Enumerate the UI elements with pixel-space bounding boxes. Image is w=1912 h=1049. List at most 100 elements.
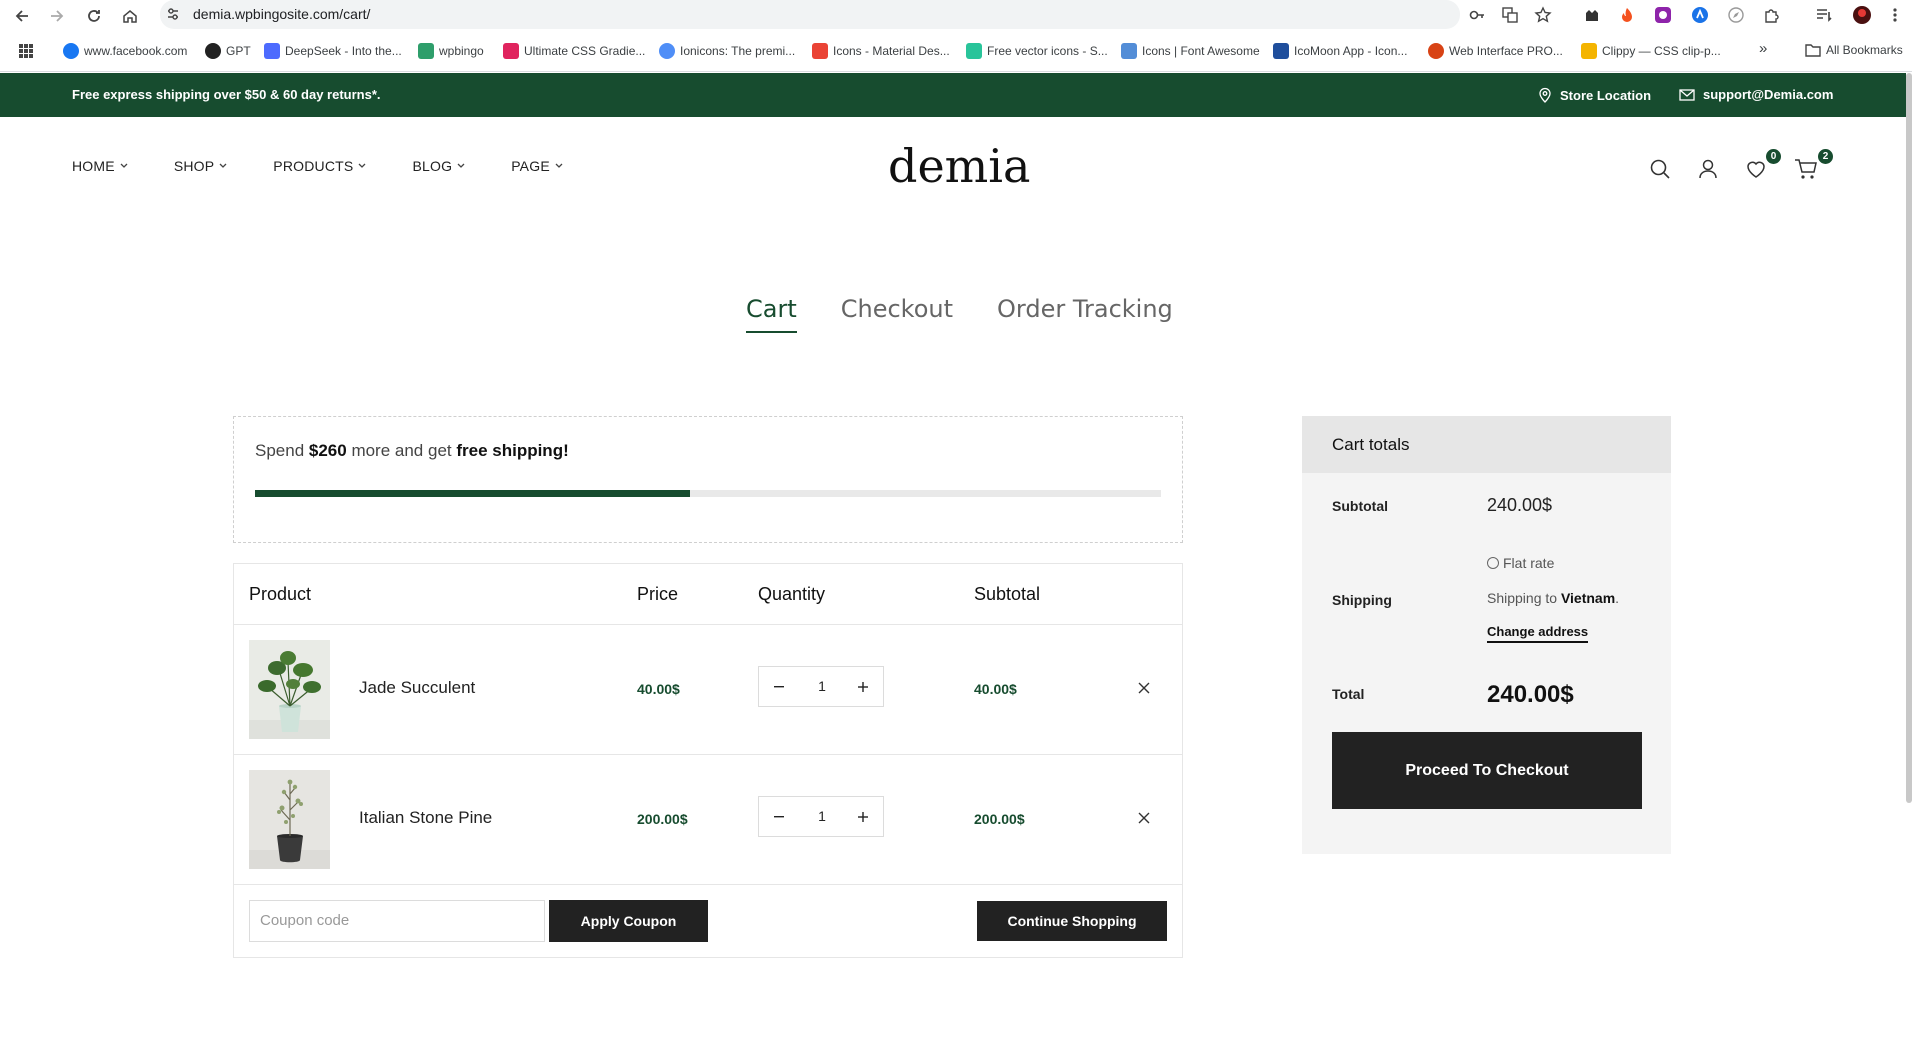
cart-table: Product Price Quantity Subtotal Jade Suc…: [233, 563, 1183, 958]
apps-grid-icon[interactable]: [18, 43, 34, 59]
quantity-input[interactable]: 1: [807, 808, 837, 824]
subtotal-value: 240.00$: [1487, 495, 1553, 515]
reading-list-icon[interactable]: [1814, 5, 1834, 25]
cart-totals-title: Cart totals: [1332, 435, 1410, 454]
increase-quantity-button[interactable]: [851, 675, 875, 699]
page-scrollbar[interactable]: [1906, 73, 1912, 803]
menu-dots-icon[interactable]: [1885, 5, 1905, 25]
apply-coupon-button[interactable]: Apply Coupon: [549, 900, 708, 942]
nav-item-blog[interactable]: BLOG: [412, 158, 465, 174]
all-bookmarks-button[interactable]: All Bookmarks: [1805, 43, 1903, 57]
flat-rate-label: Flat rate: [1503, 555, 1555, 571]
extension-fire-icon[interactable]: [1617, 5, 1637, 25]
more-bookmarks-button[interactable]: »: [1759, 40, 1767, 57]
shipping-country: Vietnam: [1560, 590, 1616, 606]
bookmark-clippy[interactable]: Clippy — CSS clip-p...: [1581, 43, 1721, 59]
user-account-icon[interactable]: [1697, 158, 1721, 182]
bookmark-label: Free vector icons - S...: [987, 44, 1108, 58]
bookmark-label: DeepSeek - Into the...: [285, 44, 402, 58]
flat-rate-option[interactable]: Flat rate: [1487, 555, 1554, 571]
search-icon[interactable]: [1649, 158, 1673, 182]
remove-item-close-icon[interactable]: [1135, 679, 1153, 697]
bookmark-ionicons[interactable]: Ionicons: The premi...: [659, 43, 795, 59]
support-email-link[interactable]: support@Demia.com: [1679, 87, 1833, 102]
nav-item-products[interactable]: PRODUCTS: [273, 158, 366, 174]
nav-item-home[interactable]: HOME: [72, 158, 128, 174]
translate-icon[interactable]: [1500, 5, 1520, 25]
cart-icon[interactable]: [1794, 158, 1818, 182]
chevron-down-icon: [555, 163, 563, 168]
coupon-code-input[interactable]: Coupon code: [249, 900, 545, 942]
bookmark-web-interface[interactable]: Web Interface PRO...: [1428, 43, 1563, 59]
header-price: Price: [637, 584, 679, 604]
url-text[interactable]: demia.wpbingosite.com/cart/: [193, 6, 370, 22]
bookmark-deepseek[interactable]: DeepSeek - Into the...: [264, 43, 402, 59]
home-icon[interactable]: [118, 4, 142, 28]
chevron-down-icon: [359, 163, 366, 168]
row-subtotal: 40.00$: [974, 681, 1017, 697]
extension-blue-icon[interactable]: [1690, 5, 1710, 25]
proceed-to-checkout-button[interactable]: Proceed To Checkout: [1332, 732, 1642, 809]
all-bookmarks-label: All Bookmarks: [1826, 43, 1903, 57]
header-product: Product: [249, 584, 312, 604]
increase-quantity-button[interactable]: [851, 805, 875, 829]
openai-icon: [205, 43, 221, 59]
reload-icon[interactable]: [82, 4, 106, 28]
bookmark-gpt[interactable]: GPT: [205, 43, 251, 59]
change-address-link[interactable]: Change address: [1487, 624, 1589, 643]
quantity-input[interactable]: 1: [807, 678, 837, 694]
bookmark-css-gradient[interactable]: Ultimate CSS Gradie...: [503, 43, 645, 59]
decrease-quantity-button[interactable]: [767, 805, 791, 829]
shipping-to-text: Shipping to: [1487, 590, 1561, 606]
extension-compass-icon[interactable]: [1726, 5, 1746, 25]
cart-row: Italian Stone Pine 200.00$ 1 200.00$: [234, 755, 1182, 885]
bookmark-star-icon[interactable]: [1533, 5, 1553, 25]
subtotal-label: Subtotal: [1332, 498, 1388, 514]
wishlist-heart-icon[interactable]: [1745, 158, 1769, 182]
message-highlight: free shipping!: [456, 441, 569, 460]
store-location-label: Store Location: [1560, 87, 1652, 103]
bookmark-label: GPT: [226, 44, 251, 58]
shipping-label: Shipping: [1332, 592, 1392, 608]
nav-item-shop[interactable]: SHOP: [174, 158, 227, 174]
product-name-link[interactable]: Jade Succulent: [359, 678, 475, 698]
extensions-puzzle-icon[interactable]: [1762, 5, 1782, 25]
bookmark-label: Icons - Material Des...: [833, 44, 950, 58]
quantity-stepper: 1: [758, 796, 884, 837]
shipping-period: .: [1615, 590, 1620, 606]
product-thumbnail-italian-stone-pine[interactable]: [249, 770, 330, 869]
decrease-quantity-button[interactable]: [767, 675, 791, 699]
profile-avatar-icon[interactable]: [1852, 5, 1872, 25]
bookmarks-bar: www.facebook.com GPT DeepSeek - Into the…: [0, 31, 1912, 72]
chevron-down-icon: [120, 163, 128, 168]
site-info-icon[interactable]: [165, 6, 181, 22]
product-thumbnail-jade-succulent[interactable]: [249, 640, 330, 739]
bookmark-font-awesome[interactable]: Icons | Font Awesome: [1121, 43, 1260, 59]
extension-color-icon[interactable]: [1653, 5, 1673, 25]
bookmark-icomoon[interactable]: IcoMoon App - Icon...: [1273, 43, 1407, 59]
password-key-icon[interactable]: [1467, 5, 1487, 25]
extension-cat-icon[interactable]: [1582, 5, 1602, 25]
quantity-stepper: 1: [758, 666, 884, 707]
tab-checkout[interactable]: Checkout: [841, 295, 953, 333]
bookmark-material-icons[interactable]: Icons - Material Des...: [812, 43, 950, 59]
store-location-link[interactable]: Store Location: [1538, 87, 1651, 103]
cart-count-badge: 2: [1818, 149, 1833, 164]
bookmark-facebook[interactable]: www.facebook.com: [63, 43, 187, 59]
free-shipping-notice: Spend $260 more and get free shipping!: [233, 416, 1183, 543]
product-name-link[interactable]: Italian Stone Pine: [359, 808, 492, 828]
browser-toolbar: demia.wpbingosite.com/cart/: [0, 0, 1912, 31]
bookmark-wpbingo[interactable]: wpbingo: [418, 43, 484, 59]
forward-icon[interactable]: [45, 4, 69, 28]
nav-item-page[interactable]: PAGE: [511, 158, 563, 174]
back-icon[interactable]: [10, 4, 34, 28]
nav-label: HOME: [72, 158, 115, 174]
site-logo[interactable]: demia: [888, 139, 1030, 193]
bookmark-vector-icons[interactable]: Free vector icons - S...: [966, 43, 1108, 59]
remove-item-close-icon[interactable]: [1135, 809, 1153, 827]
announcement-bar: Free express shipping over $50 & 60 day …: [0, 73, 1906, 117]
tab-cart[interactable]: Cart: [746, 295, 797, 333]
tab-order-tracking[interactable]: Order Tracking: [997, 295, 1173, 333]
continue-shopping-button[interactable]: Continue Shopping: [977, 901, 1167, 941]
radio-icon[interactable]: [1487, 557, 1499, 569]
